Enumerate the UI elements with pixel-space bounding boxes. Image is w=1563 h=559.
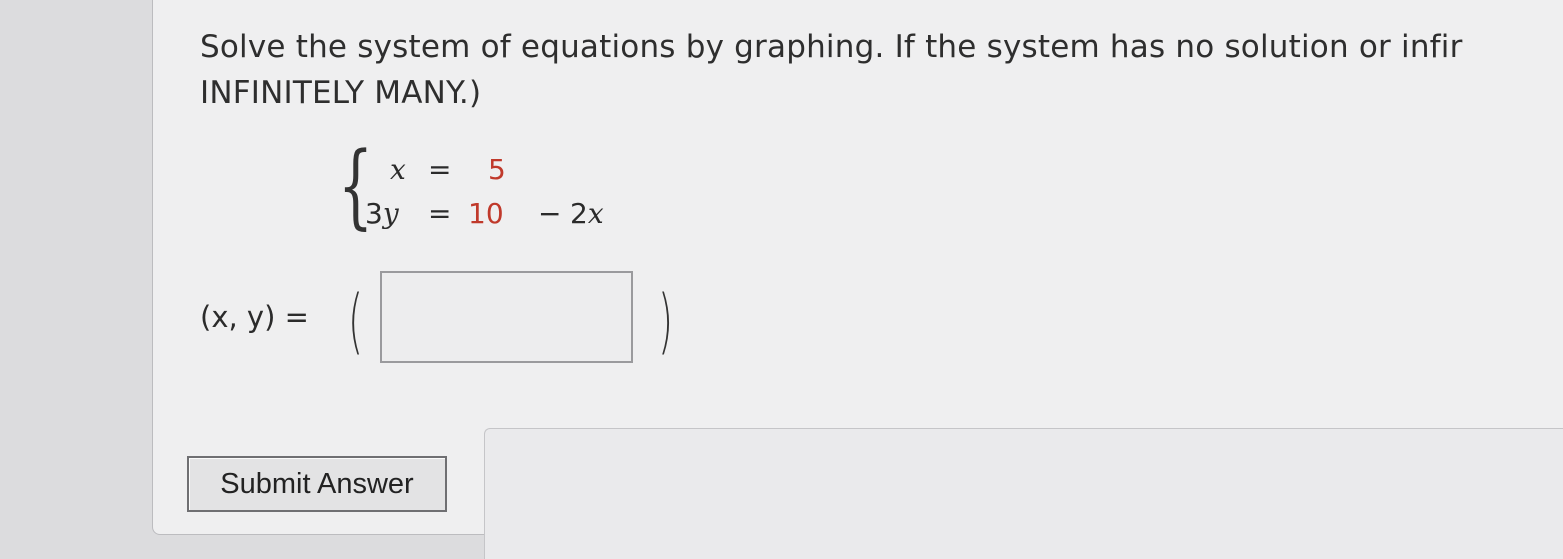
open-paren: ( [348, 280, 364, 362]
question-line-1: Solve the system of equations by graphin… [200, 29, 1463, 65]
eq1-lhs: x [390, 153, 406, 186]
submit-answer-button[interactable]: Submit Answer [187, 456, 447, 512]
eq2-minus: − [538, 197, 562, 230]
submit-area [484, 428, 1563, 559]
eq2-constant: 10 [468, 197, 504, 230]
close-paren: ) [658, 280, 674, 362]
answer-label: (x, y) = [200, 300, 309, 334]
question-text: Solve the system of equations by graphin… [200, 24, 1463, 116]
answer-row: (x, y) = ( ) [200, 271, 700, 374]
eq2-term: 2x [570, 197, 604, 230]
eq2-lhs: 3y [365, 197, 399, 230]
question-line-2: INFINITELY MANY.) [200, 75, 482, 111]
eq1-equals: = [428, 153, 452, 186]
equation-system: { x = 5 3y = 10 − 2x [338, 138, 638, 244]
eq1-constant: 5 [488, 153, 506, 186]
eq2-equals: = [428, 197, 452, 230]
answer-input[interactable] [380, 271, 633, 363]
